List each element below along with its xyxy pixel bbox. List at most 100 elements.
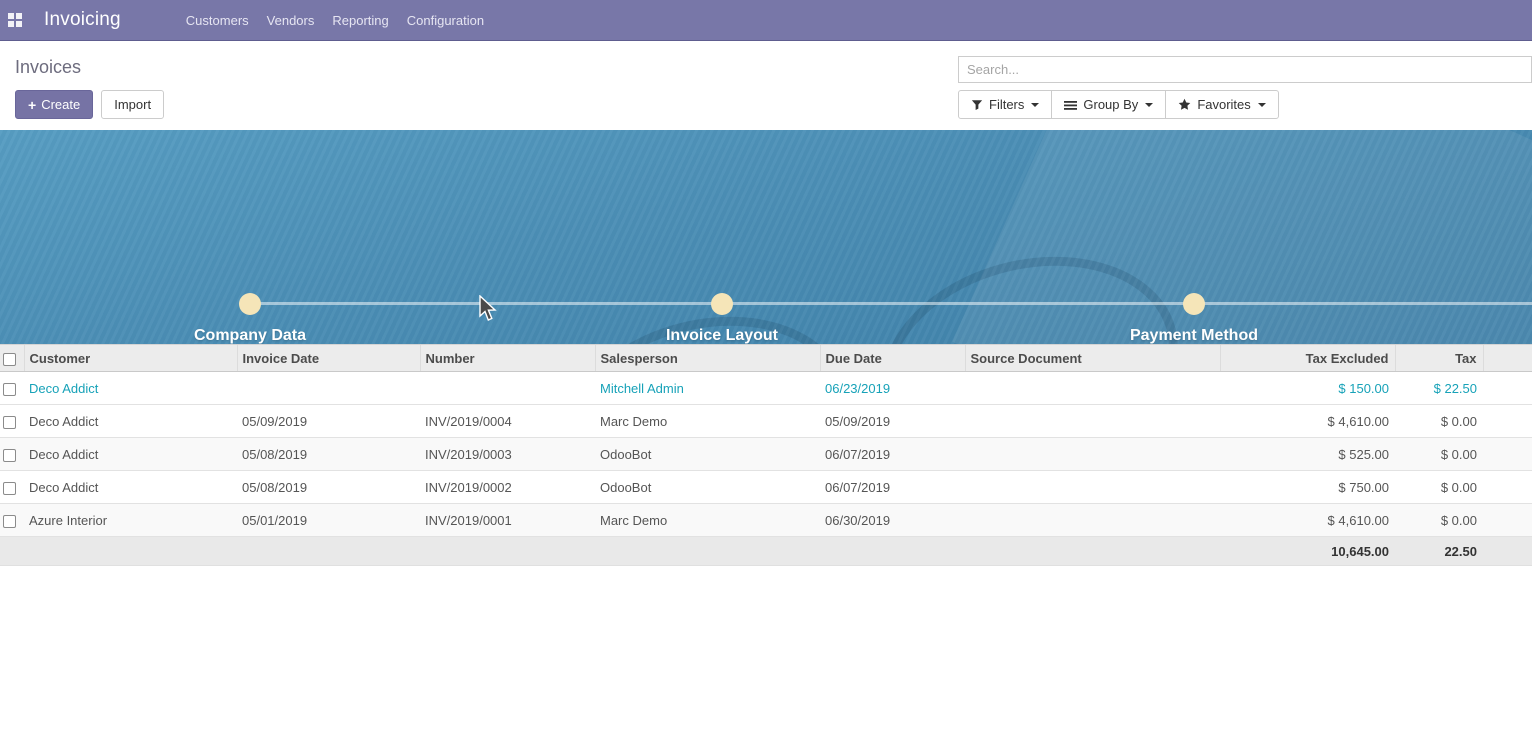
- column-header-customer[interactable]: Customer: [24, 345, 237, 372]
- onboarding-step-invoice-layout: Invoice Layout Customize the look of you…: [572, 327, 872, 344]
- cell-due-date: 06/07/2019: [820, 438, 965, 471]
- row-checkbox-cell: [0, 471, 24, 504]
- nav-item-reporting[interactable]: Reporting: [323, 0, 397, 41]
- cell-salesperson: OdooBot: [595, 471, 820, 504]
- cell-tax-excluded: $ 4,610.00: [1220, 504, 1395, 537]
- cell-customer: Deco Addict: [24, 405, 237, 438]
- top-navbar: Invoicing Customers Vendors Reporting Co…: [0, 0, 1532, 41]
- cell-source-document: [965, 405, 1220, 438]
- step-title: Payment Method: [1044, 327, 1344, 344]
- cell-salesperson: OdooBot: [595, 438, 820, 471]
- invoice-list: Customer Invoice Date Number Salesperson…: [0, 344, 1532, 566]
- app-name[interactable]: Invoicing: [44, 9, 121, 31]
- onboarding-step-payment-method: Payment Method Configure your payment me…: [1044, 327, 1344, 344]
- banner-texture: [0, 130, 1532, 344]
- column-header-tax[interactable]: Tax: [1395, 345, 1483, 372]
- import-button[interactable]: Import: [101, 90, 164, 119]
- footer-tax-excluded-total: 10,645.00: [1220, 537, 1395, 566]
- cell-salesperson: Marc Demo: [595, 405, 820, 438]
- column-header-spacer: [1483, 345, 1532, 372]
- cell-due-date: 06/07/2019: [820, 471, 965, 504]
- step-title: Invoice Layout: [572, 327, 872, 344]
- onboarding-banner: Company Data Set your company's data for…: [0, 130, 1532, 344]
- table-row[interactable]: Deco Addict 05/08/2019 INV/2019/0002 Odo…: [0, 471, 1532, 504]
- column-header-salesperson[interactable]: Salesperson: [595, 345, 820, 372]
- table-row[interactable]: Deco Addict Mitchell Admin 06/23/2019 $ …: [0, 372, 1532, 405]
- cell-number: [420, 372, 595, 405]
- cell-tax: $ 0.00: [1395, 471, 1483, 504]
- cell-tax-excluded: $ 750.00: [1220, 471, 1395, 504]
- create-button-label: Create: [41, 97, 80, 112]
- invoicing-app-window: Invoicing Customers Vendors Reporting Co…: [0, 0, 1532, 753]
- cell-number: INV/2019/0002: [420, 471, 595, 504]
- cell-customer: Deco Addict: [24, 471, 237, 504]
- cell-customer: Deco Addict: [24, 438, 237, 471]
- row-checkbox-cell: [0, 438, 24, 471]
- invoice-table: Customer Invoice Date Number Salesperson…: [0, 344, 1532, 566]
- cell-tax: $ 0.00: [1395, 504, 1483, 537]
- table-row[interactable]: Azure Interior 05/01/2019 INV/2019/0001 …: [0, 504, 1532, 537]
- table-header-row: Customer Invoice Date Number Salesperson…: [0, 345, 1532, 372]
- cell-source-document: [965, 504, 1220, 537]
- nav-item-configuration[interactable]: Configuration: [398, 0, 493, 41]
- apps-grid-icon[interactable]: [8, 13, 22, 27]
- onboarding-step-company-data: Company Data Set your company's data for…: [100, 327, 400, 344]
- cell-spacer: [1483, 504, 1532, 537]
- nav-item-customers[interactable]: Customers: [177, 0, 258, 41]
- create-button[interactable]: + Create: [15, 90, 93, 119]
- step-title: Company Data: [100, 327, 400, 344]
- footer-spacer: [0, 537, 24, 566]
- footer-tax-total: 22.50: [1395, 537, 1483, 566]
- navbar-menus: Customers Vendors Reporting Configuratio…: [177, 0, 493, 41]
- cell-customer[interactable]: Deco Addict: [24, 372, 237, 405]
- cell-source-document: [965, 471, 1220, 504]
- row-checkbox[interactable]: [3, 449, 16, 462]
- cell-spacer: [1483, 438, 1532, 471]
- favorites-button-label: Favorites: [1197, 97, 1250, 112]
- row-checkbox[interactable]: [3, 515, 16, 528]
- star-icon: [1178, 98, 1191, 111]
- cell-customer: Azure Interior: [24, 504, 237, 537]
- group-by-button[interactable]: Group By: [1051, 90, 1166, 119]
- plus-icon: +: [28, 98, 36, 112]
- row-checkbox[interactable]: [3, 482, 16, 495]
- cell-salesperson: Marc Demo: [595, 504, 820, 537]
- select-all-checkbox[interactable]: [3, 353, 16, 366]
- column-header-source-document[interactable]: Source Document: [965, 345, 1220, 372]
- cell-tax-excluded: $ 4,610.00: [1220, 405, 1395, 438]
- table-row[interactable]: Deco Addict 05/08/2019 INV/2019/0003 Odo…: [0, 438, 1532, 471]
- cell-spacer: [1483, 405, 1532, 438]
- onboarding-step-dot: [239, 293, 261, 315]
- row-checkbox[interactable]: [3, 416, 16, 429]
- cell-due-date: 05/09/2019: [820, 405, 965, 438]
- cell-spacer: [1483, 372, 1532, 405]
- search-input[interactable]: [958, 56, 1532, 83]
- filters-button-label: Filters: [989, 97, 1024, 112]
- cell-spacer: [1483, 471, 1532, 504]
- cell-number: INV/2019/0004: [420, 405, 595, 438]
- select-all-checkbox-cell: [0, 345, 24, 372]
- cell-number: INV/2019/0001: [420, 504, 595, 537]
- caret-down-icon: [1031, 103, 1039, 107]
- import-button-label: Import: [114, 97, 151, 112]
- search-options-group: Filters Group By Favorites: [958, 90, 1279, 119]
- nav-item-vendors[interactable]: Vendors: [258, 0, 324, 41]
- column-header-invoice-date[interactable]: Invoice Date: [237, 345, 420, 372]
- cell-tax-excluded: $ 525.00: [1220, 438, 1395, 471]
- cell-invoice-date: 05/08/2019: [237, 438, 420, 471]
- column-header-tax-excluded[interactable]: Tax Excluded: [1220, 345, 1395, 372]
- favorites-button[interactable]: Favorites: [1165, 90, 1278, 119]
- cell-invoice-date: [237, 372, 420, 405]
- cell-tax: $ 0.00: [1395, 438, 1483, 471]
- column-header-due-date[interactable]: Due Date: [820, 345, 965, 372]
- group-by-button-label: Group By: [1083, 97, 1138, 112]
- table-row[interactable]: Deco Addict 05/09/2019 INV/2019/0004 Mar…: [0, 405, 1532, 438]
- row-checkbox[interactable]: [3, 383, 16, 396]
- cell-salesperson[interactable]: Mitchell Admin: [595, 372, 820, 405]
- column-header-number[interactable]: Number: [420, 345, 595, 372]
- cell-tax: $ 22.50: [1395, 372, 1483, 405]
- row-checkbox-cell: [0, 504, 24, 537]
- cell-source-document: [965, 372, 1220, 405]
- onboarding-progress-line: [250, 302, 1532, 305]
- filters-button[interactable]: Filters: [958, 90, 1052, 119]
